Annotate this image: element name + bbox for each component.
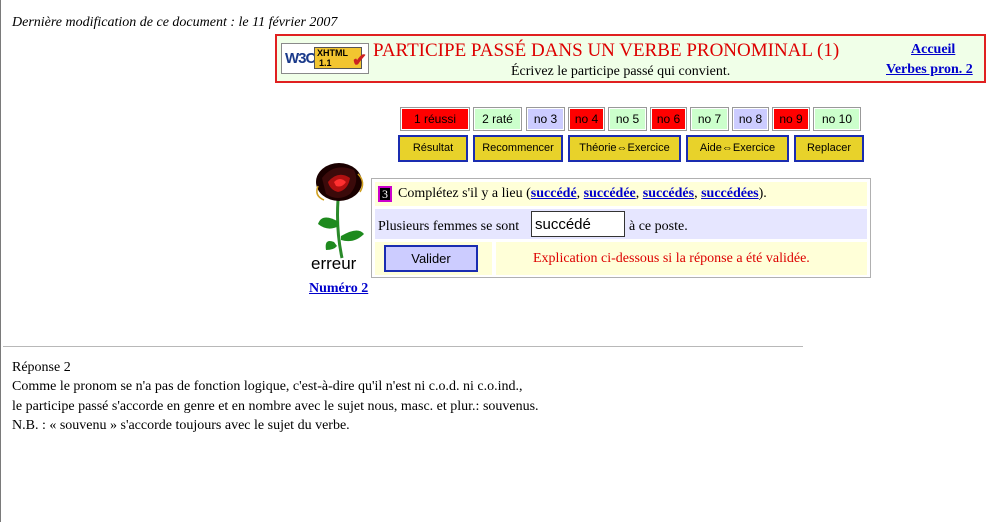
sentence-before: Plusieurs femmes se sont <box>378 219 520 234</box>
exercise-number-badge: 3 <box>378 186 392 202</box>
validate-button[interactable]: Valider <box>384 245 478 272</box>
instruction-suffix: ). <box>758 186 767 201</box>
choice-link-2[interactable]: succédée <box>584 186 636 201</box>
rose-icon <box>316 163 364 259</box>
explanation-text: Explication ci-dessous si la réponse a é… <box>533 251 810 266</box>
choice-link-4[interactable]: succédées <box>701 186 759 201</box>
xhtml-version: 1.1 <box>319 58 332 68</box>
choice-link-3[interactable]: succédés <box>643 186 694 201</box>
question-button-3[interactable]: no 3 <box>526 107 565 131</box>
question-button-1[interactable]: 1 réussi <box>400 107 470 131</box>
answer-heading: Réponse 2 <box>12 360 71 375</box>
answer-input[interactable] <box>531 211 625 237</box>
sentence-after: à ce poste. <box>629 219 688 234</box>
question-button-5[interactable]: no 5 <box>608 107 647 131</box>
question-button-6[interactable]: no 6 <box>650 107 687 131</box>
w3c-xhtml-badge-icon[interactable]: W3C XHTML 1.1 ✔ <box>281 43 369 74</box>
question-number-link[interactable]: Numéro 2 <box>309 281 368 297</box>
header-panel: W3C XHTML 1.1 ✔ PARTICIPE PASSÉ DANS UN … <box>275 34 986 83</box>
checkmark-icon: ✔ <box>352 50 368 70</box>
help-toggle-button[interactable]: Aide⇔Exercice <box>686 135 789 162</box>
sentence-row: Plusieurs femmes se sont à ce poste. <box>375 209 867 239</box>
home-link[interactable]: Accueil <box>911 42 955 58</box>
w3c-logo-text: W3C <box>285 50 316 67</box>
choice-link-1[interactable]: succédé <box>531 186 577 201</box>
exercise-panel: 3 Complétez s'il y a lieu (succédé, succ… <box>371 178 871 278</box>
answer-line-1: Comme le pronom se n'a pas de fonction l… <box>12 379 523 394</box>
replace-button[interactable]: Replacer <box>794 135 864 162</box>
question-button-4[interactable]: no 4 <box>568 107 605 131</box>
question-button-2[interactable]: 2 raté <box>473 107 522 131</box>
question-button-9[interactable]: no 9 <box>772 107 810 131</box>
instruction-row: 3 Complétez s'il y a lieu (succédé, succ… <box>375 182 867 206</box>
page-subtitle: Écrivez le participe passé qui convient. <box>511 64 731 79</box>
theory-toggle-button[interactable]: Théorie⇔Exercice <box>568 135 681 162</box>
question-button-8[interactable]: no 8 <box>732 107 769 131</box>
question-button-7[interactable]: no 7 <box>690 107 729 131</box>
last-modified-text: Dernière modification de ce document : l… <box>12 15 338 30</box>
xhtml-label: XHTML <box>317 48 348 58</box>
feedback-status: erreur <box>311 254 357 273</box>
verbes-pron-2-link[interactable]: Verbes pron. 2 <box>886 62 973 78</box>
answer-line-3: N.B. : « souvenu » s'accorde toujours av… <box>12 418 350 433</box>
instruction-prefix: Complétez s'il y a lieu ( <box>398 186 531 201</box>
result-button[interactable]: Résultat <box>398 135 468 162</box>
page-title: PARTICIPE PASSÉ DANS UN VERBE PRONOMINAL… <box>373 40 840 61</box>
divider <box>3 346 803 347</box>
exercise-instruction: Complétez s'il y a lieu (succédé, succéd… <box>398 186 767 201</box>
left-border <box>0 0 1 522</box>
question-button-10[interactable]: no 10 <box>813 107 861 131</box>
answer-line-2: le participe passé s'accorde en genre et… <box>12 399 539 414</box>
restart-button[interactable]: Recommencer <box>473 135 563 162</box>
